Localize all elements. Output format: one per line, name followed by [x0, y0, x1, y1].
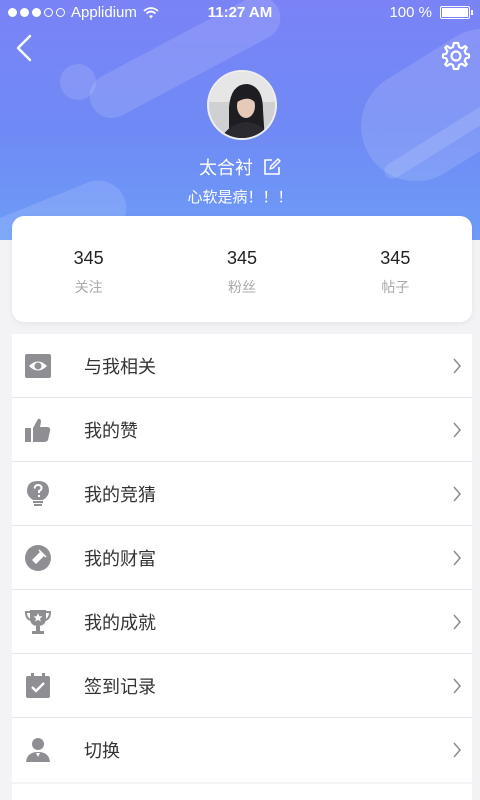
menu-item-label: 切换 [84, 741, 120, 762]
stat-label: 帖子 [381, 280, 410, 296]
menu-item-switch-account[interactable]: 切换 [12, 718, 472, 782]
menu-item-label: 我的成就 [84, 612, 156, 634]
menu-continuation [12, 784, 472, 800]
settings-gear-icon[interactable] [440, 40, 472, 72]
profile-name: 太合衬 [199, 158, 253, 179]
stat-following[interactable]: 345 关注 [12, 216, 165, 322]
menu-item-my-wealth[interactable]: 我的财富 [12, 526, 472, 590]
stat-label: 关注 [74, 280, 103, 296]
thumbs-up-icon [25, 418, 51, 442]
menu-item-label: 签到记录 [84, 676, 156, 698]
calendar-check-icon [26, 673, 50, 698]
chevron-right-icon [453, 550, 462, 566]
menu-item-my-guesses[interactable]: 我的竞猜 [12, 462, 472, 526]
menu-item-my-achievements[interactable]: 我的成就 [12, 590, 472, 654]
menu-item-checkin-records[interactable]: 签到记录 [12, 654, 472, 718]
stat-posts[interactable]: 345 帖子 [319, 216, 472, 322]
battery-percent: 100 % [389, 4, 432, 21]
profile-signature: 心软是病！！！ [187, 188, 293, 206]
stat-followers[interactable]: 345 粉丝 [165, 216, 318, 322]
menu-item-my-likes[interactable]: 我的赞 [12, 398, 472, 462]
battery-icon [440, 6, 473, 19]
menu-item-related-to-me[interactable]: 与我相关 [12, 334, 472, 398]
chevron-right-icon [453, 614, 462, 630]
avatar[interactable] [207, 70, 277, 140]
chevron-right-icon [453, 742, 462, 758]
profile-header: Applidium 11:27 AM 100 % 太合衬 心软是病！！！ [0, 0, 480, 240]
question-bulb-icon [27, 481, 49, 506]
menu-item-label: 我的竞猜 [84, 484, 156, 506]
edit-icon[interactable] [263, 158, 281, 176]
coin-icon [25, 545, 51, 571]
menu-item-label: 我的赞 [84, 420, 138, 442]
chevron-right-icon [453, 422, 462, 438]
user-icon [26, 738, 50, 762]
menu-item-label: 我的财富 [84, 548, 156, 570]
profile-name-row: 太合衬 [0, 154, 480, 180]
battery-status: 100 % [389, 4, 473, 21]
stat-value: 345 [226, 248, 258, 268]
stat-value: 345 [73, 248, 104, 268]
trophy-icon [24, 610, 52, 634]
header-decoration [60, 64, 96, 100]
eye-icon [25, 354, 51, 378]
stat-label: 粉丝 [227, 280, 256, 296]
chevron-right-icon [453, 358, 462, 374]
status-bar: Applidium 11:27 AM 100 % [0, 0, 480, 26]
stat-value: 345 [380, 248, 411, 268]
chevron-right-icon [453, 678, 462, 694]
avatar-photo [209, 72, 275, 138]
back-button[interactable] [10, 30, 40, 66]
profile-menu: 与我相关 我的赞 我的竞猜 我的财富 我的成就 签到记录 切换 [12, 334, 472, 782]
stats-card: 345 关注 345 粉丝 345 帖子 [12, 216, 472, 322]
menu-item-label: 与我相关 [84, 356, 156, 378]
chevron-right-icon [453, 486, 462, 502]
